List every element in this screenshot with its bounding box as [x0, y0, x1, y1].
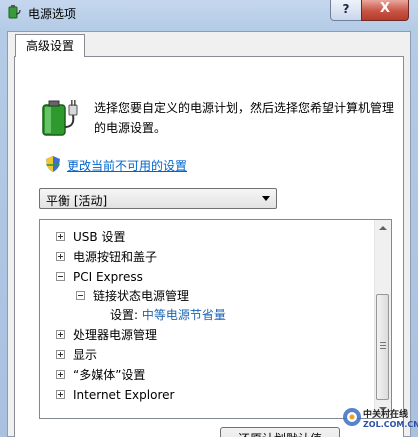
settings-tree[interactable]: USB 设置 电源按钮和盖子 PCI Express 链接状态电源管理 设置: …	[39, 219, 392, 419]
expand-plus-icon[interactable]	[56, 330, 65, 339]
expand-plus-icon[interactable]	[56, 370, 65, 379]
close-button[interactable]: X	[361, 0, 409, 21]
tree-item-label: “多媒体”设置	[73, 368, 146, 382]
help-button[interactable]: ?	[330, 0, 362, 21]
arrow-up-icon	[379, 226, 387, 230]
tree-item-usb[interactable]: USB 设置	[56, 228, 125, 246]
tree-item-display[interactable]: 显示	[56, 346, 97, 364]
tree-item-internet-explorer[interactable]: Internet Explorer	[56, 386, 174, 404]
tree-item-label: 显示	[73, 348, 98, 362]
grip-line	[380, 345, 386, 346]
tree-item-label: 链接状态电源管理	[93, 289, 190, 303]
tab-advanced-settings[interactable]: 高级设置	[15, 34, 85, 57]
dialog-frame: 高级设置 选择您要自定义的电源计划，然后选择您希望计算机管理 的电源设置。 更改…	[7, 31, 411, 437]
tree-item-power-buttons[interactable]: 电源按钮和盖子	[56, 248, 157, 266]
expand-plus-icon[interactable]	[56, 252, 65, 261]
setting-label: 设置:	[110, 308, 139, 322]
tree-item-multimedia[interactable]: “多媒体”设置	[56, 366, 145, 384]
tree-item-label: 电源按钮和盖子	[73, 250, 158, 264]
tree-item-label: 处理器电源管理	[73, 328, 158, 342]
power-options-icon	[8, 5, 21, 19]
power-options-window: 电源选项 ? X 高级设置 选择您要自定义的电源计划，然后选择您希望计算机管理 …	[0, 0, 418, 437]
chevron-down-icon	[262, 196, 270, 201]
watermark-cn-text: 中关村在线	[363, 410, 409, 420]
change-unavailable-settings-link[interactable]: 更改当前不可用的设置	[67, 157, 187, 174]
tree-item-label: USB 设置	[73, 230, 126, 244]
tree-item-setting-value[interactable]: 设置: 中等电源节省量	[110, 306, 226, 324]
expand-plus-icon[interactable]	[56, 390, 65, 399]
collapse-minus-icon[interactable]	[56, 272, 65, 281]
expand-plus-icon[interactable]	[56, 232, 65, 241]
grip-line	[380, 342, 386, 343]
advanced-settings-panel: 选择您要自定义的电源计划，然后选择您希望计算机管理 的电源设置。 更改当前不可用…	[14, 56, 404, 437]
scroll-up-button[interactable]	[375, 220, 391, 237]
expand-plus-icon[interactable]	[56, 350, 65, 359]
setting-value-link[interactable]: 中等电源节省量	[142, 308, 226, 322]
collapse-minus-icon[interactable]	[76, 291, 85, 300]
description-line-1: 选择您要自定义的电源计划，然后选择您希望计算机管理	[94, 101, 395, 115]
tree-item-processor[interactable]: 处理器电源管理	[56, 326, 157, 344]
tree-item-label: Internet Explorer	[73, 388, 175, 402]
tree-item-label: PCI Express	[73, 270, 143, 284]
grip-line	[380, 348, 386, 349]
power-plan-selected: 平衡 [活动]	[46, 194, 108, 208]
description-line-2: 的电源设置。	[94, 121, 167, 135]
window-title: 电源选项	[28, 7, 77, 21]
title-bar[interactable]: 电源选项 ? X	[0, 0, 418, 26]
battery-plug-icon	[42, 100, 78, 136]
tree-scrollbar[interactable]	[374, 220, 391, 418]
watermark-en-text: ZOL.COM.CN	[363, 420, 418, 429]
description-text: 选择您要自定义的电源计划，然后选择您希望计算机管理 的电源设置。	[94, 98, 394, 138]
tree-item-pci-express[interactable]: PCI Express	[56, 268, 143, 286]
tree-item-link-state[interactable]: 链接状态电源管理	[76, 287, 189, 305]
uac-shield-icon	[46, 156, 60, 172]
power-plan-select[interactable]: 平衡 [活动]	[39, 188, 277, 209]
scroll-thumb[interactable]	[376, 294, 389, 400]
restore-defaults-button[interactable]: 还原计划默认值	[220, 427, 340, 437]
